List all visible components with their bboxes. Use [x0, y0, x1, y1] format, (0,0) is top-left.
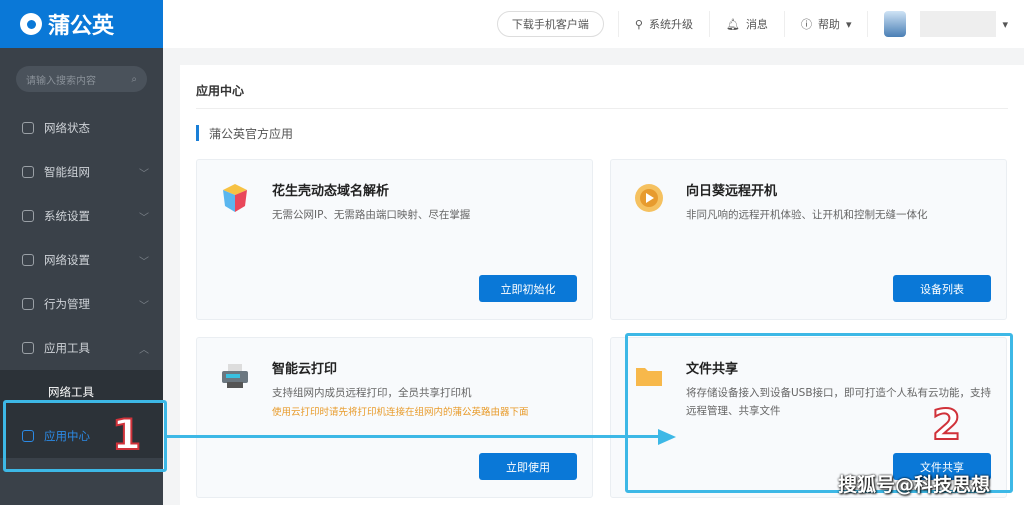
annotation-highlight-app-center: [3, 400, 167, 472]
gear-icon: [22, 210, 34, 222]
chevron-down-icon: ﹀: [139, 168, 149, 180]
username-redacted: [920, 11, 997, 37]
logo-icon: [20, 13, 42, 35]
annotation-arrow: [166, 435, 661, 438]
caret-down-icon: ▾: [1002, 17, 1008, 31]
sidebar-item-behavior-management[interactable]: 行为管理 ﹀: [0, 282, 163, 326]
section-title: 蒲公英官方应用: [196, 125, 1008, 141]
behavior-icon: [22, 298, 34, 310]
chevron-down-icon: ﹀: [139, 300, 149, 312]
card-title: 向日葵远程开机: [686, 184, 778, 199]
avatar: [884, 11, 907, 37]
chevron-down-icon: ﹀: [139, 256, 149, 268]
watermark: 搜狐号@科技思想: [838, 474, 991, 496]
chevron-down-icon: ﹀: [139, 212, 149, 224]
initialize-button[interactable]: 立即初始化: [479, 275, 577, 302]
sidebar-search-input[interactable]: 请输入搜索内容 ⌕: [16, 66, 147, 92]
brand-logo[interactable]: 蒲公英: [0, 0, 163, 48]
chevron-up-icon: ︿: [139, 344, 149, 356]
app-card-sunflower-wake: 向日葵远程开机 非同凡响的远程开机体验、让开机和控制无缝一体化 设备列表: [610, 159, 1007, 320]
sidebar-item-smart-network[interactable]: 智能组网 ﹀: [0, 150, 163, 194]
bell-icon: 🔔︎: [725, 17, 740, 31]
card-warning: 使用云打印时请先将打印机连接在组网内的蒲公英路由器下面: [272, 407, 529, 418]
toolbox-icon: [22, 342, 34, 354]
messages-button[interactable]: 🔔︎ 消息: [708, 11, 784, 37]
app-card-oray-ddns: 花生壳动态域名解析 无需公网IP、无需路由端口映射、尽在掌握 立即初始化: [196, 159, 593, 320]
cube-app-icon: [223, 184, 247, 212]
card-title: 花生壳动态域名解析: [272, 184, 390, 199]
sidebar-item-system-settings[interactable]: 系统设置 ﹀: [0, 194, 163, 238]
sunflower-icon: [635, 184, 663, 212]
use-now-button[interactable]: 立即使用: [479, 453, 577, 480]
user-menu[interactable]: ▾: [867, 11, 1024, 37]
download-app-button[interactable]: 下载手机客户端: [496, 11, 604, 37]
network-status-icon: [22, 122, 34, 134]
network-settings-icon: [22, 254, 34, 266]
card-description: 支持组网内成员远程打印，全员共享打印机: [272, 387, 472, 399]
sidebar-item-app-tools[interactable]: 应用工具 ︿: [0, 326, 163, 370]
help-button[interactable]: ⓘ 帮助 ▾: [783, 11, 868, 37]
device-list-button[interactable]: 设备列表: [893, 275, 991, 302]
printer-icon: [222, 364, 248, 388]
rocket-icon: ⚲: [634, 17, 643, 31]
search-icon: ⌕: [131, 73, 137, 85]
smart-network-icon: [22, 166, 34, 178]
annotation-step-1: 1: [111, 409, 142, 460]
app-card-cloud-print: 智能云打印 支持组网内成员远程打印，全员共享打印机 使用云打印时请先将打印机连接…: [196, 337, 593, 498]
sidebar-item-network-settings[interactable]: 网络设置 ﹀: [0, 238, 163, 282]
caret-down-icon: ▾: [845, 17, 852, 31]
card-description: 无需公网IP、无需路由端口映射、尽在掌握: [272, 209, 471, 221]
help-icon: ⓘ: [800, 18, 812, 31]
card-description: 非同凡响的远程开机体验、让开机和控制无缝一体化: [686, 209, 928, 221]
page-title: 应用中心: [196, 65, 1008, 109]
annotation-step-2: 2: [931, 399, 962, 450]
card-title: 智能云打印: [272, 362, 338, 377]
system-upgrade-button[interactable]: ⚲ 系统升级: [617, 11, 709, 37]
top-header: 下载手机客户端 ⚲ 系统升级 🔔︎ 消息 ⓘ 帮助 ▾ ▾: [163, 0, 1024, 48]
sidebar-item-network-status[interactable]: 网络状态: [0, 106, 163, 150]
